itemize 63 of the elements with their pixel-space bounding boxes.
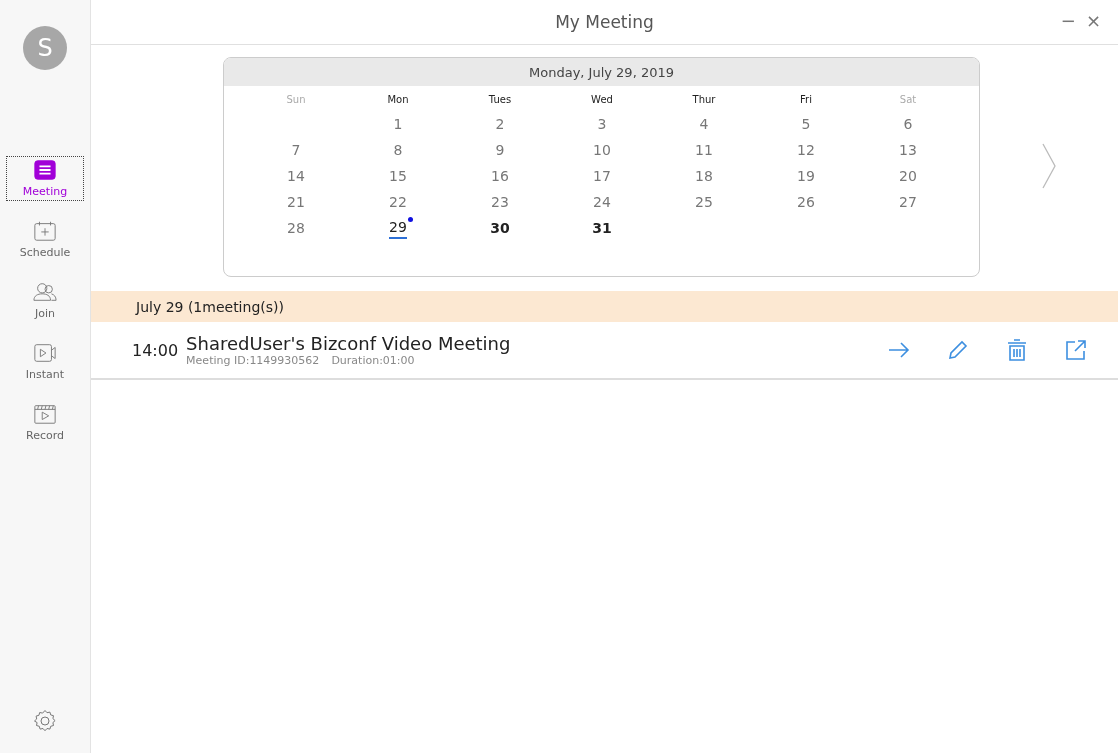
meeting-id: Meeting ID:1149930562 <box>186 354 320 367</box>
calendar-day[interactable]: 19 <box>797 168 815 186</box>
calendar-plus-icon <box>33 220 57 242</box>
window-title: My Meeting <box>555 12 654 32</box>
calendar-day[interactable]: 15 <box>389 168 407 186</box>
calendar-day[interactable]: 23 <box>491 194 509 212</box>
settings-icon[interactable] <box>33 709 57 733</box>
calendar-day[interactable]: 26 <box>797 194 815 212</box>
sidebar-item[interactable]: Join <box>6 278 84 323</box>
calendar-day[interactable]: 11 <box>695 142 713 160</box>
calendar-day[interactable]: 24 <box>593 194 611 212</box>
calendar-day[interactable]: 3 <box>597 116 607 134</box>
sidebar-item[interactable]: Schedule <box>6 217 84 262</box>
calendar-day[interactable]: 28 <box>287 220 305 238</box>
calendar-day[interactable]: 9 <box>495 142 505 160</box>
share-icon[interactable] <box>1064 338 1088 362</box>
video-camera-icon <box>33 342 57 364</box>
calendar-title: Monday, July 29, 2019 <box>224 58 979 86</box>
trash-icon[interactable] <box>1005 338 1029 362</box>
calendar-day[interactable]: 27 <box>899 194 917 212</box>
calendar-day[interactable]: 5 <box>801 116 811 134</box>
weekday-label: Tues <box>488 93 512 105</box>
calendar-day[interactable]: 22 <box>389 194 407 212</box>
calendar-day[interactable]: 6 <box>903 116 913 134</box>
weekday-label: Sun <box>286 93 306 105</box>
calendar-day[interactable]: 2 <box>495 116 505 134</box>
calendar-day[interactable]: 31 <box>592 220 612 238</box>
calendar-day[interactable]: 7 <box>291 142 301 160</box>
calendar-day[interactable]: 21 <box>287 194 305 212</box>
list-icon <box>33 159 57 181</box>
meeting-title: SharedUser's Bizconf Video Meeting <box>186 333 511 354</box>
close-button[interactable]: × <box>1082 10 1104 31</box>
weekday-label: Sat <box>899 93 917 105</box>
calendar-day[interactable]: 20 <box>899 168 917 186</box>
meeting-row[interactable]: 14:00 SharedUser's Bizconf Video Meeting Meeting ID:1149930562 Duration:01:00 <box>91 322 1118 380</box>
calendar-day[interactable]: 18 <box>695 168 713 186</box>
sidebar-item[interactable]: Instant <box>6 339 84 384</box>
calendar-day[interactable]: 4 <box>699 116 709 134</box>
calendar-day[interactable]: 10 <box>593 142 611 160</box>
calendar-day[interactable]: 17 <box>593 168 611 186</box>
calendar-day[interactable]: 13 <box>899 142 917 160</box>
minimize-button[interactable]: − <box>1057 10 1079 31</box>
calendar-day[interactable]: 8 <box>393 142 403 160</box>
calendar-day[interactable]: 29 <box>389 219 407 239</box>
day-header-text: July 29 (1meeting(s)) <box>136 298 284 315</box>
calendar-day[interactable]: 12 <box>797 142 815 160</box>
people-icon <box>33 281 57 303</box>
calendar-day[interactable]: 30 <box>490 220 510 238</box>
calendar-day[interactable]: 16 <box>491 168 509 186</box>
weekday-label: Fri <box>800 93 812 105</box>
clapperboard-icon <box>33 403 57 425</box>
user-avatar[interactable]: S <box>23 26 67 70</box>
sidebar-item[interactable]: Record <box>6 400 84 445</box>
meeting-duration: Duration:01:00 <box>331 354 415 367</box>
sidebar-item[interactable]: Meeting <box>6 156 84 201</box>
weekday-label: Thur <box>692 93 716 105</box>
calendar-day[interactable]: 25 <box>695 194 713 212</box>
weekday-label: Mon <box>387 93 409 105</box>
edit-icon[interactable] <box>946 338 970 362</box>
calendar-day[interactable]: 1 <box>393 116 403 134</box>
calendar-day[interactable]: 14 <box>287 168 305 186</box>
weekday-label: Wed <box>591 93 613 105</box>
meeting-time: 14:00 <box>132 340 179 360</box>
